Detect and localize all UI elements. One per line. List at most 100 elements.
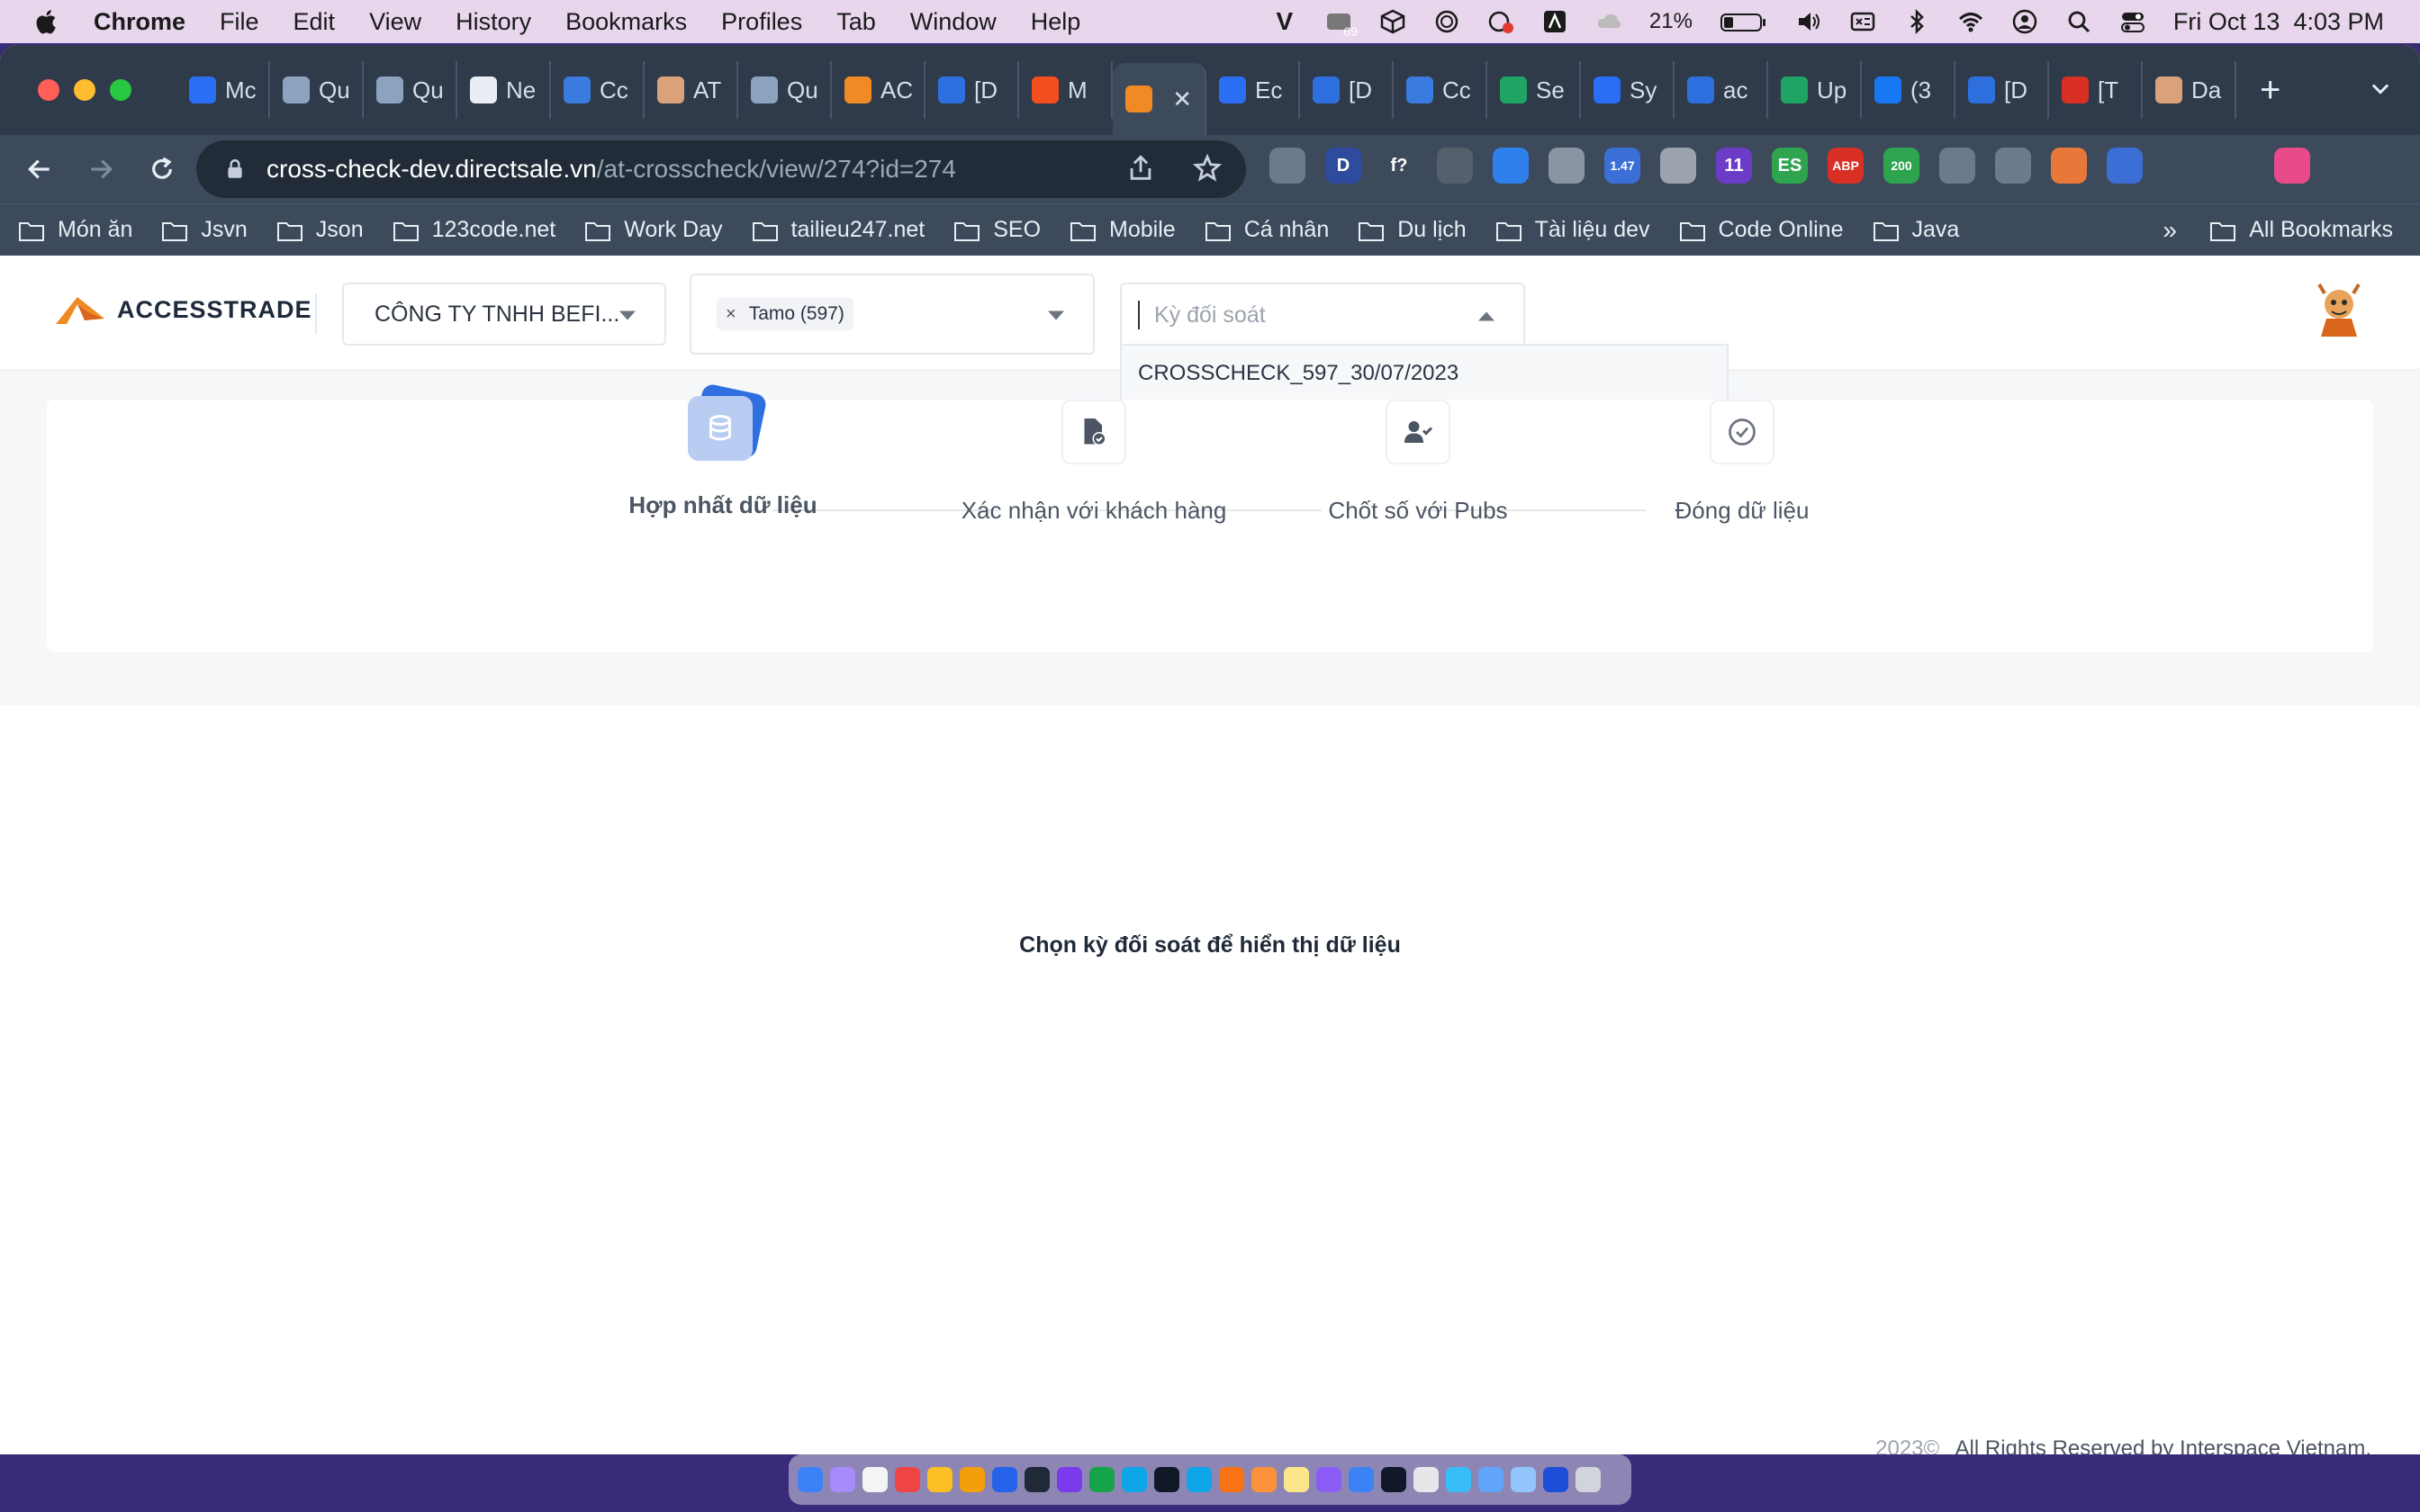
extension-icon[interactable]: ES <box>1772 148 1808 184</box>
step-confirm-customer[interactable]: Xác nhận với khách hàng <box>932 400 1256 525</box>
browser-tab[interactable]: [D <box>1300 61 1394 119</box>
bookmark-folder[interactable]: Du lịch <box>1358 217 1467 243</box>
forward-button[interactable] <box>79 148 122 191</box>
autodesk-icon[interactable] <box>1541 8 1568 35</box>
apple-icon[interactable] <box>32 7 68 36</box>
close-window-button[interactable] <box>38 79 59 101</box>
dock-app-icon[interactable] <box>1154 1467 1179 1492</box>
bookmark-folder[interactable]: Tài liệu dev <box>1495 217 1650 243</box>
creative-cloud-icon[interactable] <box>1487 8 1514 35</box>
menu-profiles[interactable]: Profiles <box>721 8 802 36</box>
maximize-window-button[interactable] <box>110 79 131 101</box>
extension-icon[interactable] <box>1939 148 1975 184</box>
bookmark-folder[interactable]: Mobile <box>1070 217 1176 243</box>
menu-file[interactable]: File <box>220 8 259 36</box>
input-source-icon[interactable] <box>1849 8 1876 35</box>
address-bar[interactable]: cross-check-dev.directsale.vn /at-crossc… <box>196 140 1246 198</box>
volume-icon[interactable] <box>1795 8 1822 35</box>
menu-app-name[interactable]: Chrome <box>94 8 185 36</box>
battery-icon[interactable] <box>1720 8 1768 35</box>
spotlight-search-icon[interactable] <box>2065 8 2092 35</box>
browser-tab[interactable]: AC <box>832 61 926 119</box>
close-tab-icon[interactable]: ✕ <box>1172 86 1192 113</box>
browser-tab[interactable]: (3 <box>1862 61 1955 119</box>
extension-icon[interactable]: 11 <box>1716 148 1752 184</box>
bookmark-folder[interactable]: Json <box>276 217 364 243</box>
extension-icon[interactable] <box>1437 148 1473 184</box>
browser-tab[interactable]: Ne <box>457 61 551 119</box>
dock-app-icon[interactable] <box>1025 1467 1050 1492</box>
extension-icon[interactable] <box>2163 148 2199 184</box>
dock-app-icon[interactable] <box>1284 1467 1309 1492</box>
menubar-clock[interactable]: Fri Oct 13 4:03 PM <box>2173 8 2384 36</box>
extension-icon[interactable]: D <box>1325 148 1361 184</box>
reload-button[interactable] <box>140 148 184 191</box>
bookmark-folder[interactable]: SEO <box>953 217 1041 243</box>
browser-tab[interactable]: Da <box>2143 61 2236 119</box>
dock-app-icon[interactable] <box>1187 1467 1212 1492</box>
extension-icon[interactable] <box>1493 148 1529 184</box>
bookmark-folder[interactable]: 123code.net <box>393 217 555 243</box>
user-account-icon[interactable] <box>2011 8 2038 35</box>
extension-icon[interactable]: ABP <box>1828 148 1864 184</box>
step-finalize-pubs[interactable]: Chốt số với Pubs <box>1256 400 1580 525</box>
browser-tab[interactable]: Qu <box>270 61 364 119</box>
circle-icon[interactable] <box>1433 8 1460 35</box>
bookmarks-overflow-button[interactable]: » <box>2163 216 2177 245</box>
dock-app-icon[interactable] <box>1478 1467 1503 1492</box>
browser-tab[interactable]: Mc <box>176 61 270 119</box>
minimize-window-button[interactable] <box>74 79 95 101</box>
browser-tab[interactable]: Qu <box>738 61 832 119</box>
menu-view[interactable]: View <box>369 8 421 36</box>
menu-edit[interactable]: Edit <box>293 8 336 36</box>
bookmark-folder[interactable]: Món ăn <box>18 217 132 243</box>
period-select[interactable]: Kỳ đối soát <box>1120 283 1525 346</box>
dock-app-icon[interactable] <box>1576 1467 1601 1492</box>
extension-icon[interactable] <box>1995 148 2031 184</box>
menu-history[interactable]: History <box>456 8 531 36</box>
dock-app-icon[interactable] <box>830 1467 855 1492</box>
step-merge-data[interactable]: Hợp nhất dữ liệu <box>561 382 885 519</box>
menu-window[interactable]: Window <box>910 8 997 36</box>
wifi-icon[interactable] <box>1957 8 1984 35</box>
step-close-data[interactable]: Đóng dữ liệu <box>1580 400 1904 525</box>
dock-app-icon[interactable] <box>1219 1467 1244 1492</box>
dock-app-icon[interactable] <box>1089 1467 1115 1492</box>
all-bookmarks-button[interactable]: All Bookmarks <box>2209 217 2393 243</box>
extension-icon[interactable] <box>1269 148 1305 184</box>
menu-help[interactable]: Help <box>1031 8 1081 36</box>
extension-icon[interactable] <box>2274 148 2310 184</box>
browser-tab[interactable]: [T <box>2049 61 2143 119</box>
dock-app-icon[interactable] <box>992 1467 1017 1492</box>
extension-icon[interactable] <box>2051 148 2087 184</box>
dock-app-icon[interactable] <box>1316 1467 1341 1492</box>
vivaldi-icon[interactable]: V <box>1271 7 1298 35</box>
bookmark-folder[interactable]: Code Online <box>1679 217 1844 243</box>
bluetooth-icon[interactable] <box>1903 8 1930 35</box>
dock-app-icon[interactable] <box>798 1467 823 1492</box>
memory-gauge-icon[interactable]: .69 <box>1325 8 1358 39</box>
browser-tab[interactable]: [D <box>1955 61 2049 119</box>
chip-remove-button[interactable]: × <box>726 304 736 325</box>
extension-icon[interactable] <box>1660 148 1696 184</box>
extension-icon[interactable] <box>2218 148 2254 184</box>
cloud-icon[interactable] <box>1595 8 1622 35</box>
browser-tab[interactable]: Se <box>1487 61 1581 119</box>
company-select[interactable]: CÔNG TY TNHH BEFI... <box>342 283 666 346</box>
dock-app-icon[interactable] <box>1413 1467 1439 1492</box>
browser-tab[interactable]: M <box>1019 61 1113 119</box>
dock-app-icon[interactable] <box>1446 1467 1471 1492</box>
browser-tab[interactable]: ac <box>1675 61 1768 119</box>
extension-icon[interactable]: 1.47 <box>1604 148 1640 184</box>
bookmark-folder[interactable]: Cá nhân <box>1205 217 1329 243</box>
browser-tab[interactable]: Ec <box>1206 61 1300 119</box>
bookmark-folder[interactable]: Work Day <box>584 217 723 243</box>
new-tab-button[interactable]: + <box>2260 70 2280 111</box>
browser-tab[interactable]: AT <box>645 61 738 119</box>
back-button[interactable] <box>18 148 61 191</box>
browser-tab[interactable]: Cc <box>551 61 645 119</box>
campaign-multiselect[interactable]: × Tamo (597) <box>690 274 1095 355</box>
dock-app-icon[interactable] <box>1251 1467 1277 1492</box>
menu-bookmarks[interactable]: Bookmarks <box>565 8 687 36</box>
browser-tab[interactable]: Up <box>1768 61 1862 119</box>
